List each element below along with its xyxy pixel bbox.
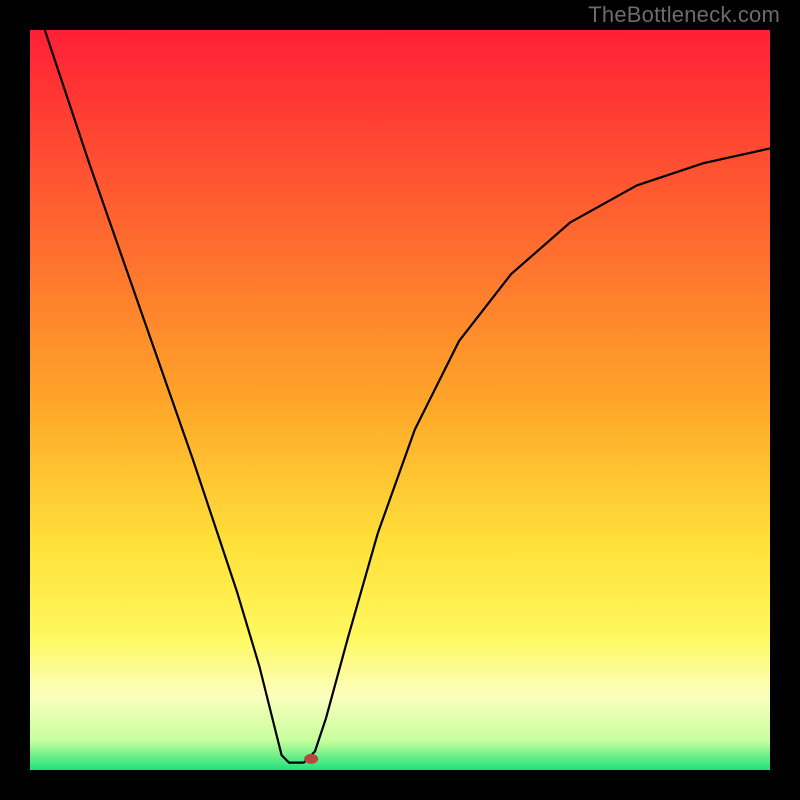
plot-area (30, 30, 770, 770)
chart-svg (30, 30, 770, 770)
optimum-marker (304, 754, 318, 764)
gradient-background (30, 30, 770, 770)
chart-container: TheBottleneck.com (0, 0, 800, 800)
watermark-text: TheBottleneck.com (588, 2, 780, 28)
